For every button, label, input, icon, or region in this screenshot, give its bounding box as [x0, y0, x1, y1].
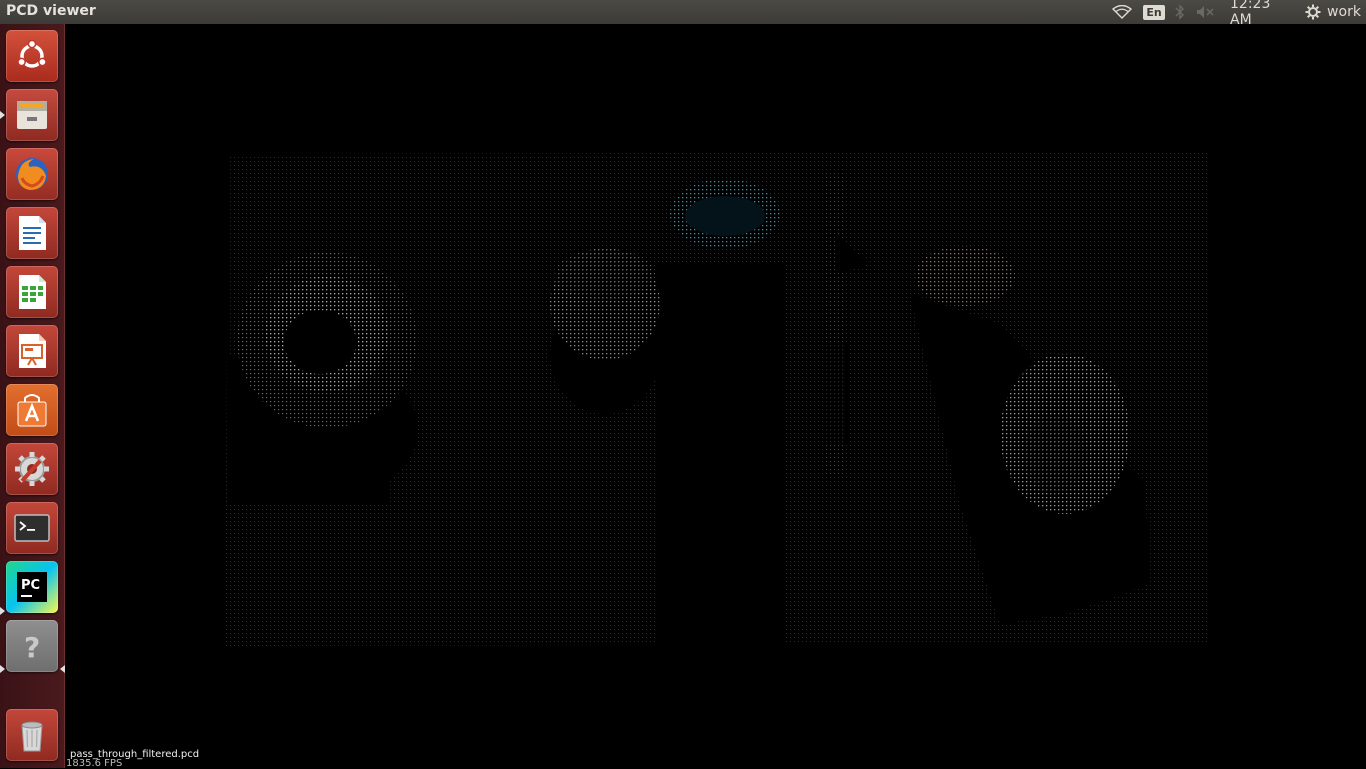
session-menu[interactable]: work	[1303, 0, 1363, 24]
terminal-icon	[14, 514, 50, 542]
ubuntu-logo-icon	[17, 39, 47, 68]
settings-wrench-icon	[15, 452, 49, 486]
bluetooth-icon[interactable]	[1172, 0, 1188, 24]
launcher: PC ?	[0, 24, 65, 768]
launcher-item-terminal[interactable]	[6, 502, 58, 554]
launcher-item-libreoffice-calc[interactable]	[6, 266, 58, 318]
fps-counter: 1835.6 FPS	[66, 758, 123, 769]
pcd-viewer-canvas[interactable]: pass_through_filtered.pcd 1835.6 FPS	[65, 24, 1366, 769]
top-panel: PCD viewer En 12:23 AM work	[0, 0, 1366, 28]
pycharm-icon: PC	[17, 572, 47, 602]
launcher-item-software-center[interactable]	[6, 384, 58, 436]
launcher-item-files[interactable]	[6, 89, 58, 141]
keyboard-layout-label: En	[1143, 4, 1165, 20]
running-indicator	[0, 665, 5, 673]
shopping-bag-icon	[17, 394, 47, 427]
firefox-icon	[16, 158, 48, 190]
file-cabinet-icon	[17, 101, 47, 129]
clock[interactable]: 12:23 AM	[1230, 0, 1294, 28]
object-bottle	[670, 179, 780, 249]
launcher-item-libreoffice-writer[interactable]	[6, 207, 58, 259]
svg-text:?: ?	[24, 631, 40, 664]
impress-presentation-icon	[19, 334, 46, 368]
session-label: work	[1327, 4, 1361, 20]
gear-icon	[1305, 4, 1321, 20]
keyboard-layout-indicator[interactable]: En	[1143, 0, 1165, 24]
unknown-app-icon: ?	[24, 631, 40, 664]
launcher-item-pcd-viewer[interactable]: ?	[6, 620, 58, 672]
volume-muted-icon[interactable]	[1194, 0, 1218, 24]
launcher-item-ubuntu-dash[interactable]	[6, 30, 58, 82]
writer-document-icon	[19, 216, 46, 250]
launcher-item-pycharm[interactable]: PC	[6, 561, 58, 613]
launcher-item-libreoffice-impress[interactable]	[6, 325, 58, 377]
running-indicator	[0, 607, 5, 615]
calc-spreadsheet-icon	[19, 275, 46, 309]
running-indicator	[0, 111, 5, 119]
launcher-item-system-settings[interactable]	[6, 443, 58, 495]
launcher-item-trash[interactable]	[6, 709, 58, 761]
object-cup	[550, 248, 660, 360]
object-tilted-bottle	[915, 246, 1015, 306]
svg-text:PC: PC	[21, 578, 40, 593]
launcher-item-firefox[interactable]	[6, 148, 58, 200]
trash-icon	[21, 721, 43, 752]
wifi-icon[interactable]	[1110, 0, 1134, 24]
window-title: PCD viewer	[6, 3, 96, 19]
point-cloud-render	[225, 152, 1207, 646]
object-ring	[237, 252, 417, 428]
object-sphere	[1000, 354, 1130, 514]
